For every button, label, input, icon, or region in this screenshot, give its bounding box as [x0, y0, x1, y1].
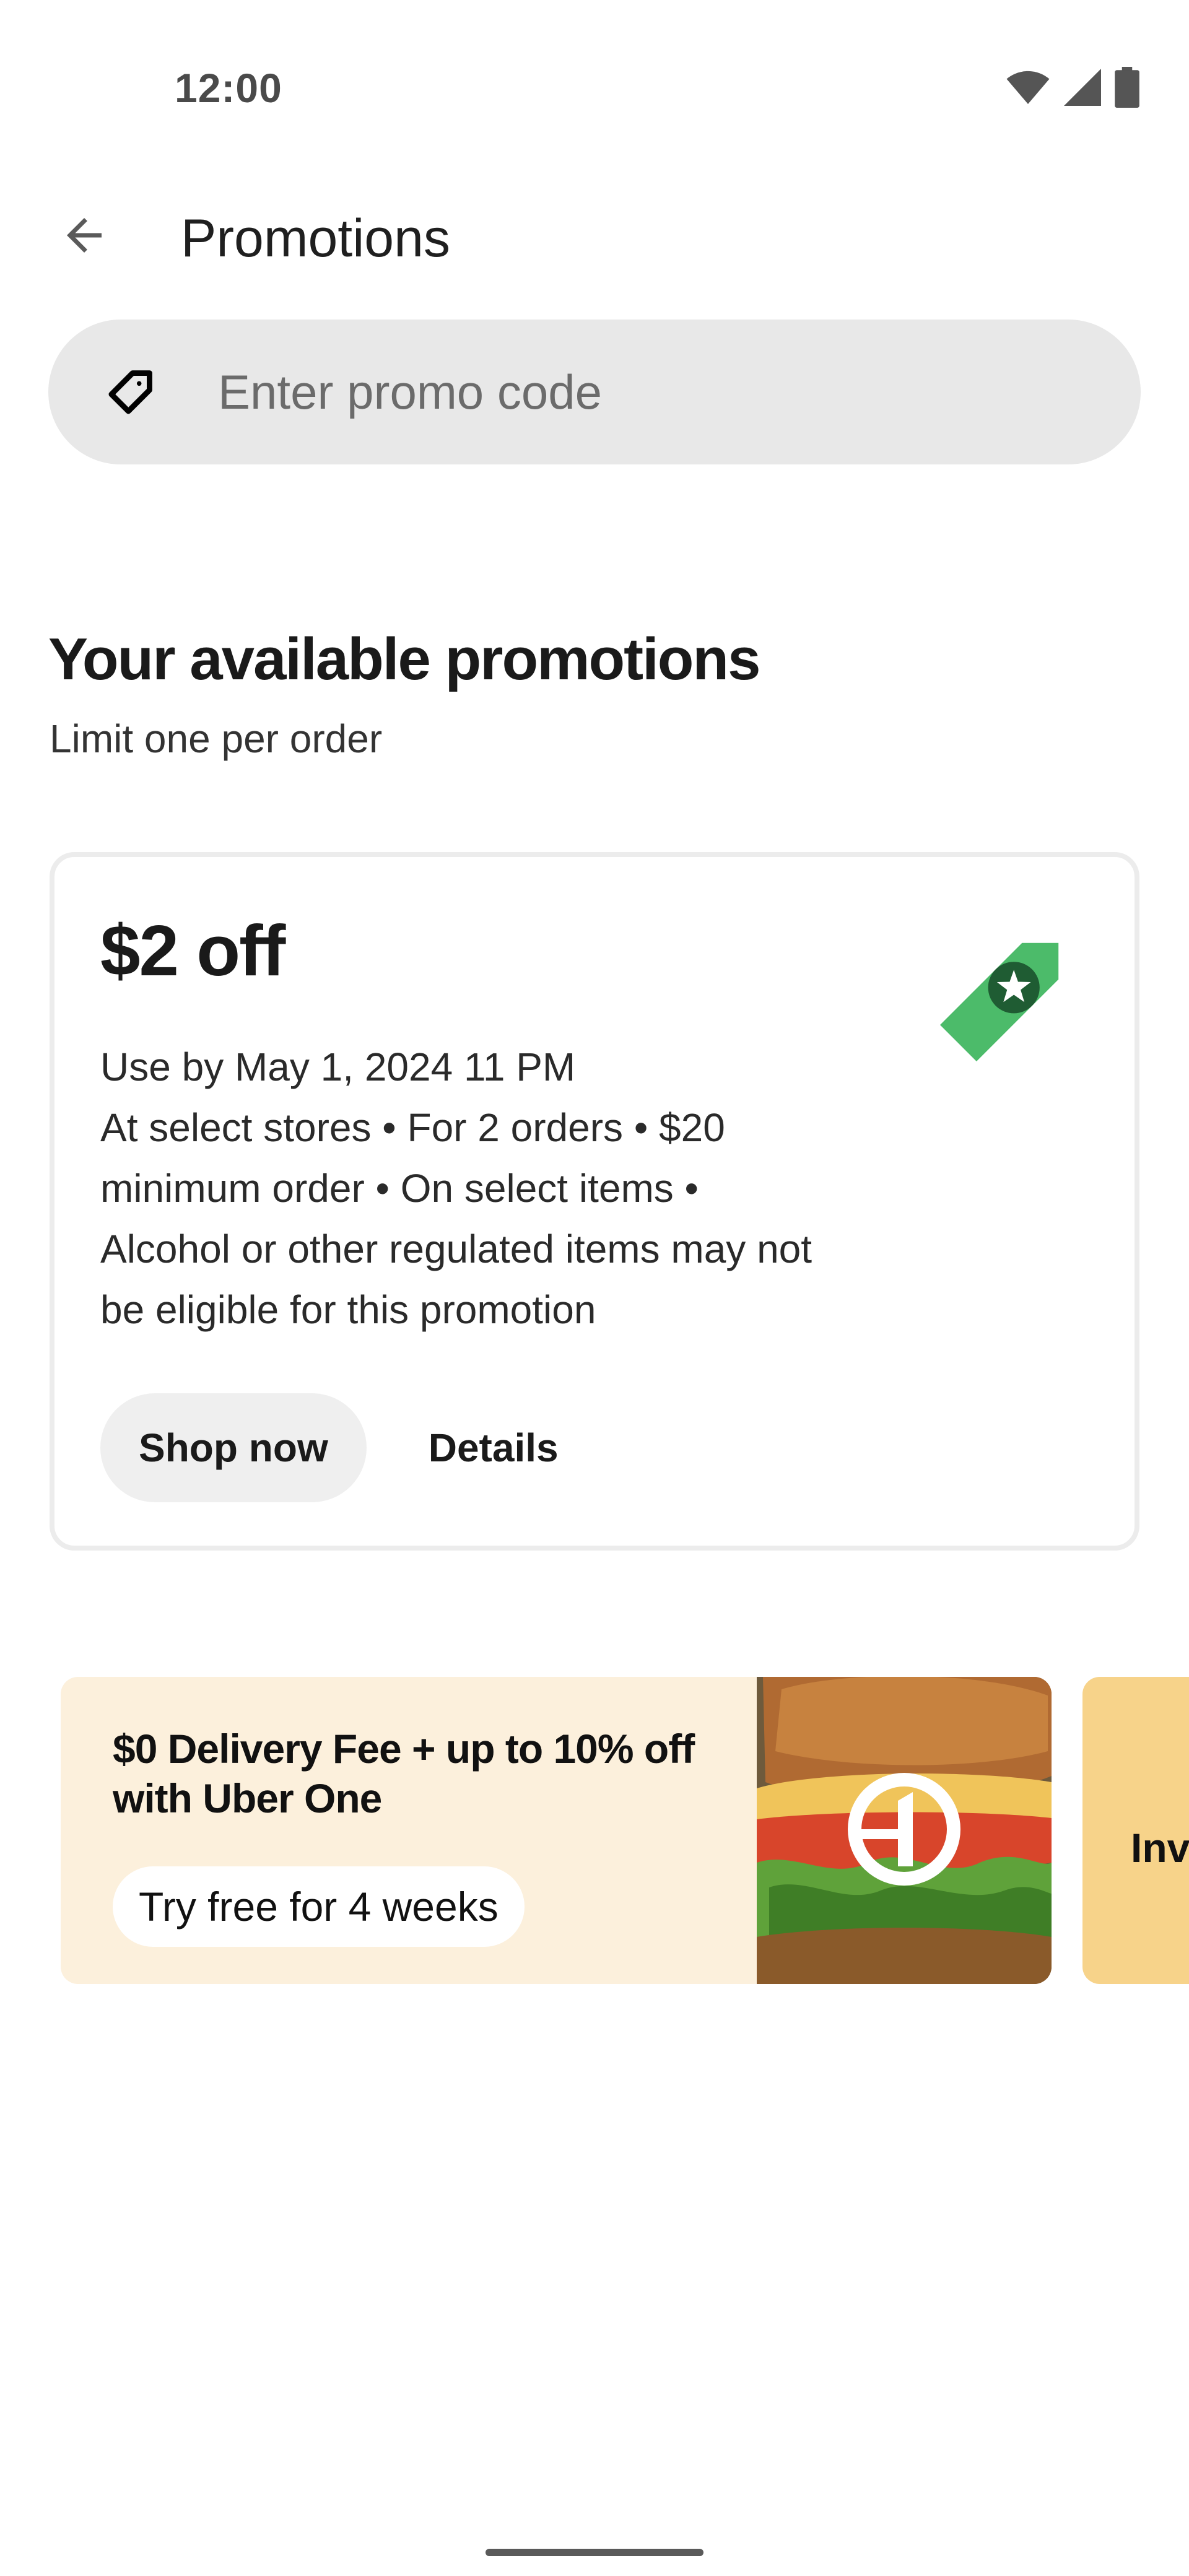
promo-code-field[interactable] — [48, 320, 1141, 464]
page-title: Promotions — [181, 209, 450, 268]
promo-carousel[interactable]: $0 Delivery Fee + up to 10% off with Ube… — [0, 1674, 1189, 1984]
arrow-back-icon — [67, 218, 102, 253]
banner-headline-line: $0 Delivery Fee + up to 10% off — [113, 1726, 695, 1772]
status-icons — [1006, 67, 1139, 108]
banner-headline-line: ge — [1131, 1972, 1189, 1984]
tag-icon — [95, 359, 163, 427]
shop-now-button[interactable]: Shop now — [100, 1393, 367, 1502]
promo-details: Use by May 1, 2024 11 PM At select store… — [100, 1037, 930, 1340]
status-bar: 12:00 — [0, 0, 1189, 161]
status-time: 12:00 — [175, 65, 282, 111]
uber-one-banner[interactable]: $0 Delivery Fee + up to 10% off with Ube… — [61, 1677, 1052, 1984]
wifi-icon — [1006, 71, 1050, 104]
back-button[interactable] — [47, 198, 121, 272]
gesture-nav-handle[interactable] — [486, 2549, 703, 2556]
invite-banner[interactable]: Inv ge — [1082, 1677, 1189, 1984]
promo-code-input[interactable] — [170, 320, 1099, 464]
promo-amount: $2 off — [100, 910, 285, 991]
section-subtitle: Limit one per order — [50, 716, 383, 761]
battery-icon — [1115, 67, 1139, 108]
banner-headline-line: with Uber One — [113, 1775, 382, 1821]
burger-image — [757, 1677, 1052, 1984]
promo-expiry: Use by May 1, 2024 11 PM — [100, 1045, 576, 1089]
details-button[interactable]: Details — [398, 1393, 590, 1502]
banner-headline-line: Inv — [1131, 1825, 1189, 1871]
top-app-bar: Promotions — [0, 186, 1189, 285]
banner-headline: $0 Delivery Fee + up to 10% off with Ube… — [113, 1724, 806, 1823]
banner-headline: Inv ge — [1131, 1724, 1189, 1984]
promo-terms-line: At select stores • For 2 orders • $20 — [100, 1105, 725, 1150]
promo-card: $2 off Use by May 1, 2024 11 PM At selec… — [50, 852, 1139, 1551]
promo-tag-star-icon — [940, 942, 1059, 1061]
promo-terms-line: be eligible for this promotion — [100, 1287, 596, 1332]
promo-terms-line: minimum order • On select items • — [100, 1166, 699, 1211]
signal-icon — [1064, 69, 1101, 106]
promo-terms-line: Alcohol or other regulated items may not — [100, 1227, 812, 1271]
section-title: Your available promotions — [48, 626, 760, 692]
promo-actions: Shop now Details — [100, 1393, 590, 1502]
try-free-button[interactable]: Try free for 4 weeks — [113, 1866, 525, 1947]
